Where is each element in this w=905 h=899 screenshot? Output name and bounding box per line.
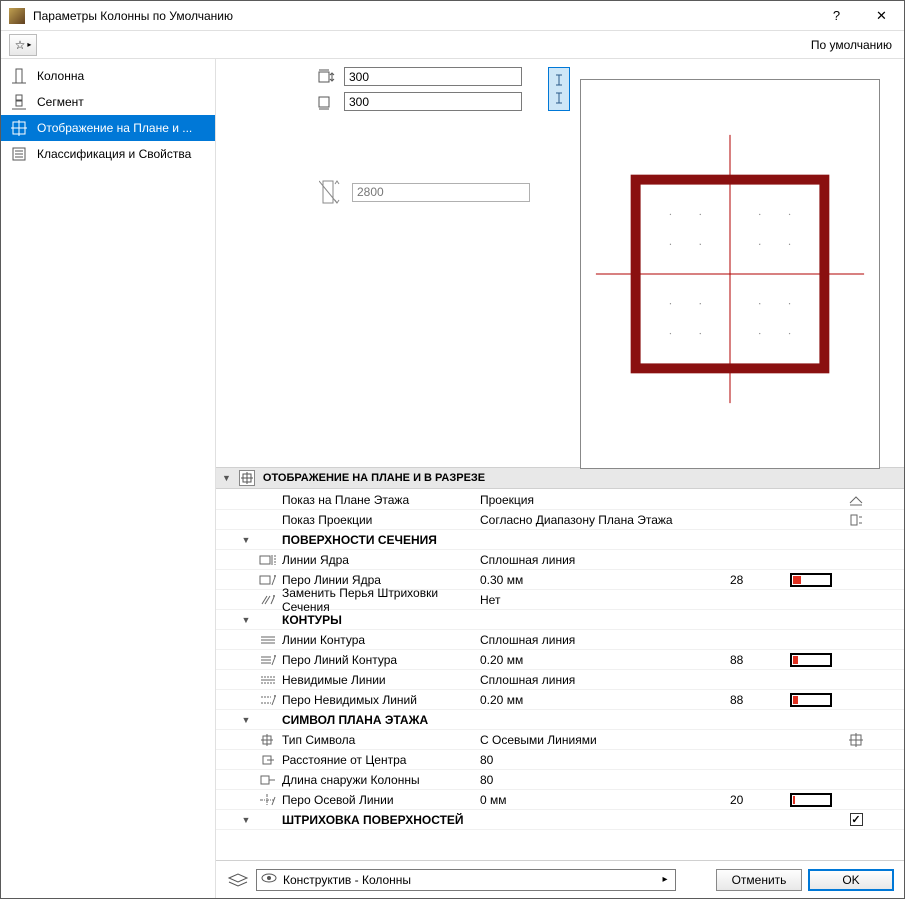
row-hidden-lines[interactable]: Невидимые Линии Сплошная линия — [216, 670, 904, 690]
sidebar-item-label: Классификация и Свойства — [37, 147, 191, 161]
plan-show-icon[interactable] — [838, 493, 874, 507]
width-icon — [316, 68, 338, 86]
classification-icon — [11, 146, 27, 162]
row-axis-pen[interactable]: Перо Осевой Линии 0 мм 20 — [216, 790, 904, 810]
pen-swatch[interactable] — [790, 793, 832, 807]
chevron-right-icon: ▸ — [659, 874, 671, 885]
content: ▼ ОТОБРАЖЕНИЕ НА ПЛАНЕ И В РАЗРЕЗЕ Показ… — [216, 59, 904, 898]
cancel-button[interactable]: Отменить — [716, 869, 802, 891]
pen-swatch[interactable] — [790, 573, 832, 587]
layer-combo[interactable]: Конструктив - Колонны ▸ — [256, 869, 676, 891]
section-icon — [239, 470, 255, 486]
projection-icon[interactable] — [838, 513, 874, 527]
axis-pen-icon — [256, 793, 280, 807]
hidden-pen-icon — [256, 693, 280, 707]
help-button[interactable]: ? — [814, 1, 859, 31]
outside-length-icon — [256, 773, 280, 787]
sidebar-item-classification[interactable]: Классификация и Свойства — [1, 141, 215, 167]
hidden-line-icon — [256, 673, 280, 687]
height-icon — [316, 177, 346, 207]
hatch-checkbox[interactable]: ✓ — [850, 813, 863, 826]
row-plan-show[interactable]: Показ на Плане Этажа Проекция — [216, 490, 904, 510]
property-grid[interactable]: Показ на Плане Этажа Проекция Показ Прое… — [216, 489, 904, 860]
link-dimensions-button[interactable] — [548, 67, 570, 111]
group-hatch[interactable]: ▼ ШТРИХОВКА ПОВЕРХНОСТЕЙ ✓ — [216, 810, 904, 830]
depth-input[interactable] — [344, 92, 522, 111]
chevron-right-icon: ▸ — [27, 40, 31, 49]
sidebar-item-plan-display[interactable]: Отображение на Плане и ... — [1, 115, 215, 141]
row-contour-lines[interactable]: Линии Контура Сплошная линия — [216, 630, 904, 650]
group-surfaces[interactable]: ▼ ПОВЕРХНОСТИ СЕЧЕНИЯ — [216, 530, 904, 550]
row-contour-pen[interactable]: Перо Линий Контура 0.20 мм 88 — [216, 650, 904, 670]
row-outside-length[interactable]: Длина снаружи Колонны 80 — [216, 770, 904, 790]
favorites-button[interactable]: ☆▸ — [9, 34, 37, 56]
override-icon — [256, 593, 280, 607]
row-projection-show[interactable]: Показ Проекции Согласно Диапазону Плана … — [216, 510, 904, 530]
contour-pen-icon — [256, 653, 280, 667]
ok-button[interactable]: OK — [808, 869, 894, 891]
pen-swatch[interactable] — [790, 693, 832, 707]
height-input[interactable] — [352, 183, 530, 202]
default-label: По умолчанию — [811, 38, 896, 52]
sidebar-item-label: Сегмент — [37, 95, 84, 109]
segment-icon — [11, 94, 27, 110]
line-type-icon — [256, 553, 280, 567]
row-center-distance[interactable]: Расстояние от Центра 80 — [216, 750, 904, 770]
section-title: ОТОБРАЖЕНИЕ НА ПЛАНЕ И В РАЗРЕЗЕ — [263, 472, 485, 484]
group-symbol[interactable]: ▼ СИМВОЛ ПЛАНА ЭТАЖА — [216, 710, 904, 730]
sidebar-item-segment[interactable]: Сегмент — [1, 89, 215, 115]
layer-name: Конструктив - Колонны — [283, 873, 653, 887]
toolbar: ☆▸ По умолчанию — [1, 31, 904, 59]
row-override-hatch[interactable]: Заменить Перья Штриховки Сечения Нет — [216, 590, 904, 610]
eye-icon — [261, 872, 277, 887]
section-header-plan[interactable]: ▼ ОТОБРАЖЕНИЕ НА ПЛАНЕ И В РАЗРЕЗЕ — [216, 467, 904, 489]
sidebar-item-label: Отображение на Плане и ... — [37, 121, 192, 135]
star-icon: ☆ — [15, 38, 26, 52]
pen-swatch[interactable] — [790, 653, 832, 667]
width-input[interactable] — [344, 67, 522, 86]
titlebar: Параметры Колонны по Умолчанию ? ✕ — [1, 1, 904, 31]
window-title: Параметры Колонны по Умолчанию — [33, 9, 814, 23]
group-contours[interactable]: ▼ КОНТУРЫ — [216, 610, 904, 630]
row-symbol-type[interactable]: Тип Символа С Осевыми Линиями — [216, 730, 904, 750]
sidebar-item-label: Колонна — [37, 69, 84, 83]
row-core-lines[interactable]: Линии Ядра Сплошная линия — [216, 550, 904, 570]
layer-icon — [226, 870, 250, 890]
column-icon — [11, 68, 27, 84]
collapse-icon: ▼ — [222, 473, 231, 483]
pen-icon — [256, 573, 280, 587]
row-hidden-pen[interactable]: Перо Невидимых Линий 0.20 мм 88 — [216, 690, 904, 710]
depth-icon — [316, 93, 338, 111]
symbol-type-icon — [256, 733, 280, 747]
close-button[interactable]: ✕ — [859, 1, 904, 31]
bottombar: Конструктив - Колонны ▸ Отменить OK — [216, 860, 904, 898]
sidebar: Колонна Сегмент Отображение на Плане и .… — [1, 59, 216, 898]
contour-line-icon — [256, 633, 280, 647]
center-distance-icon — [256, 753, 280, 767]
symbol-picker-icon[interactable] — [838, 733, 874, 747]
preview-panel — [580, 79, 880, 469]
sidebar-item-column[interactable]: Колонна — [1, 63, 215, 89]
plan-display-icon — [11, 120, 27, 136]
app-icon — [9, 8, 25, 24]
